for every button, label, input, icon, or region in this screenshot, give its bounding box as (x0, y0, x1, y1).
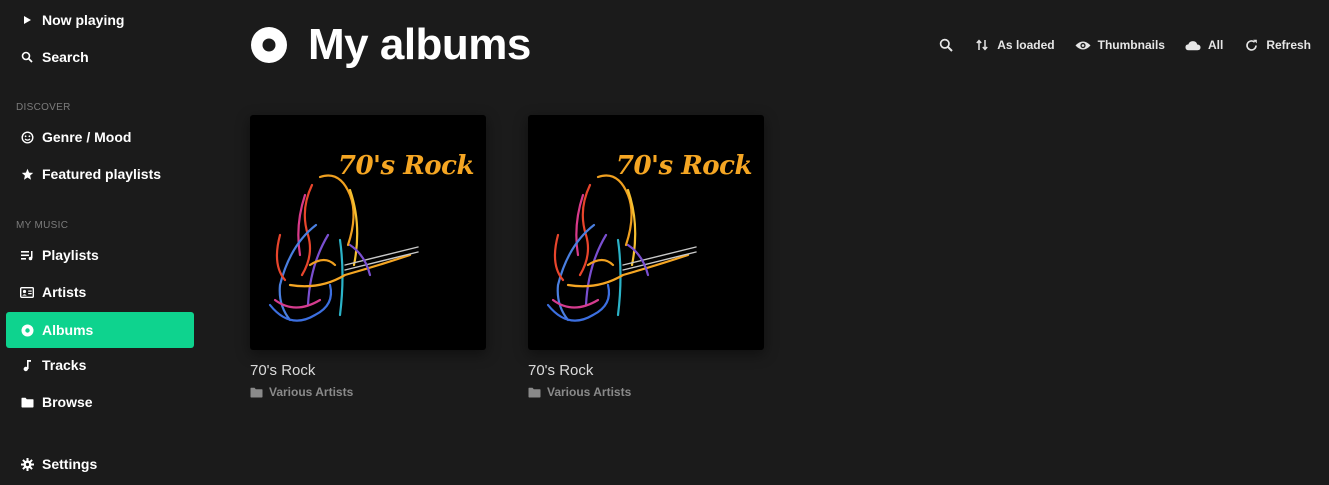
sidebar-item-playlists[interactable]: Playlists (6, 237, 194, 273)
sidebar-item-albums[interactable]: Albums (6, 312, 194, 348)
sidebar-item-label: Albums (42, 322, 94, 338)
sidebar-item-search[interactable]: Search (6, 39, 194, 75)
sidebar-item-label: Featured playlists (42, 166, 162, 182)
sidebar-item-label: Search (42, 49, 89, 65)
gear-icon (20, 457, 34, 471)
sidebar: Now playing Search DISCOVER Genre / Mood… (0, 0, 200, 485)
sort-label: As loaded (997, 38, 1055, 52)
cloud-icon (1185, 37, 1201, 53)
section-label-discover: DISCOVER (16, 102, 71, 113)
refresh-icon (1243, 37, 1259, 53)
music-note-icon (20, 358, 34, 372)
disc-icon (20, 323, 34, 337)
sidebar-item-artists[interactable]: Artists (6, 274, 194, 310)
album-title[interactable]: 70's Rock (528, 362, 764, 379)
album-artist-label: Various Artists (269, 385, 354, 399)
album-title[interactable]: 70's Rock (250, 362, 486, 379)
sidebar-item-label: Settings (42, 456, 98, 472)
guitarist-illustration (546, 174, 697, 322)
view-mode-button[interactable]: Thumbnails (1075, 37, 1165, 53)
section-label-my-music: MY MUSIC (16, 220, 69, 231)
disc-icon (250, 26, 288, 64)
refresh-label: Refresh (1266, 38, 1311, 52)
search-icon (20, 50, 34, 64)
source-filter-button[interactable]: All (1185, 37, 1223, 53)
guitarist-illustration (268, 174, 419, 322)
star-icon (20, 167, 34, 181)
toolbar: As loaded Thumbnails All Refresh (918, 34, 1311, 56)
album-artist[interactable]: Various Artists (250, 385, 486, 399)
sidebar-item-label: Now playing (42, 12, 125, 28)
play-icon (20, 13, 34, 27)
sidebar-item-browse[interactable]: Browse (6, 384, 194, 420)
view-mode-label: Thumbnails (1097, 38, 1165, 52)
sidebar-item-label: Tracks (42, 357, 87, 373)
sidebar-item-tracks[interactable]: Tracks (6, 347, 194, 383)
album-cover[interactable]: 70's Rock (250, 115, 486, 350)
folder-icon (250, 386, 264, 398)
sidebar-item-now-playing[interactable]: Now playing (6, 2, 194, 38)
album-artist-label: Various Artists (547, 385, 632, 399)
source-filter-label: All (1207, 38, 1224, 52)
playlist-icon (20, 248, 34, 262)
sidebar-item-label: Genre / Mood (42, 129, 132, 145)
album-card[interactable]: 70's Rock 70's Rock Various Artists (250, 115, 486, 399)
search-icon (938, 37, 954, 53)
contact-card-icon (20, 285, 34, 299)
smiley-icon (20, 130, 34, 144)
sidebar-item-settings[interactable]: Settings (6, 446, 194, 482)
folder-icon (20, 395, 34, 409)
page-title: My albums (308, 20, 531, 69)
page-header: My albums (250, 18, 531, 72)
sidebar-item-label: Browse (42, 394, 93, 410)
sort-button[interactable]: As loaded (974, 37, 1055, 53)
sort-arrows-icon (974, 37, 990, 53)
eye-icon (1075, 37, 1091, 53)
sidebar-item-label: Artists (42, 284, 87, 300)
search-button[interactable] (938, 37, 954, 53)
sidebar-item-label: Playlists (42, 247, 99, 263)
folder-icon (528, 386, 542, 398)
app-root: Now playing Search DISCOVER Genre / Mood… (0, 0, 1329, 485)
refresh-button[interactable]: Refresh (1243, 37, 1311, 53)
album-card[interactable]: 70's Rock 70's Rock Various Artists (528, 115, 764, 399)
album-artist[interactable]: Various Artists (528, 385, 764, 399)
sidebar-item-genre-mood[interactable]: Genre / Mood (6, 119, 194, 155)
album-cover[interactable]: 70's Rock (528, 115, 764, 350)
sidebar-item-featured-playlists[interactable]: Featured playlists (6, 156, 194, 192)
